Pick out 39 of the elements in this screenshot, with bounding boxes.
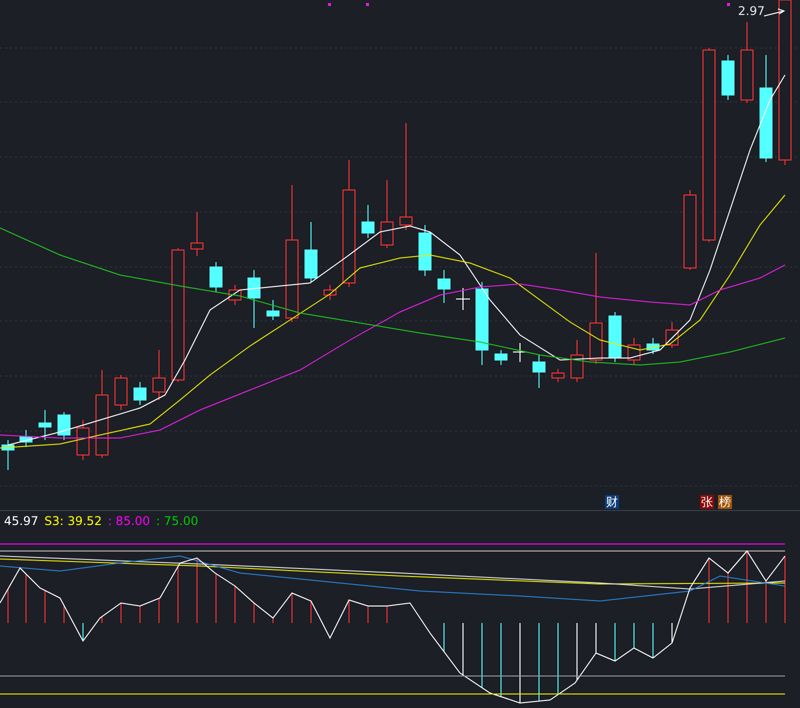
indicator-reading: S3: 39.52 <box>44 514 102 528</box>
candlestick <box>304 222 318 282</box>
doji-candle <box>512 342 528 362</box>
candlestick <box>324 284 336 300</box>
candlestick <box>532 354 546 388</box>
candlestick <box>228 284 242 306</box>
indicator-reading: : 85.00 <box>108 514 150 528</box>
event-marker: 张 <box>700 495 714 509</box>
candlestick <box>418 224 432 276</box>
candlestick <box>76 420 90 460</box>
candlestick <box>494 350 508 366</box>
candlestick <box>646 338 660 354</box>
candlestick <box>666 322 678 348</box>
event-marker: 榜 <box>718 495 732 509</box>
candlestick <box>380 180 394 248</box>
candlestick <box>628 338 640 364</box>
candlestick <box>190 212 204 256</box>
candlestick <box>722 54 734 100</box>
candlestick <box>20 430 32 448</box>
candlestick <box>134 382 146 406</box>
candlestick <box>152 350 166 400</box>
candlestick <box>2 440 14 470</box>
candlestick <box>438 270 450 304</box>
candlestick <box>58 412 70 440</box>
price-label: 2.97 <box>738 4 765 18</box>
candlestick <box>38 410 52 440</box>
candlestick <box>362 204 374 238</box>
candlestick <box>608 312 622 362</box>
candlestick <box>552 368 564 382</box>
candlestick <box>266 300 280 320</box>
indicator-reading: : 75.00 <box>156 514 198 528</box>
candlestick <box>210 262 222 292</box>
candlestick <box>570 340 584 382</box>
candlestick <box>248 270 260 328</box>
arrow-icon <box>764 8 786 16</box>
candlestick <box>114 374 128 410</box>
event-marker: 财 <box>605 495 619 509</box>
doji-candle <box>456 288 470 310</box>
indicator-reading: 45.97 <box>4 514 38 528</box>
